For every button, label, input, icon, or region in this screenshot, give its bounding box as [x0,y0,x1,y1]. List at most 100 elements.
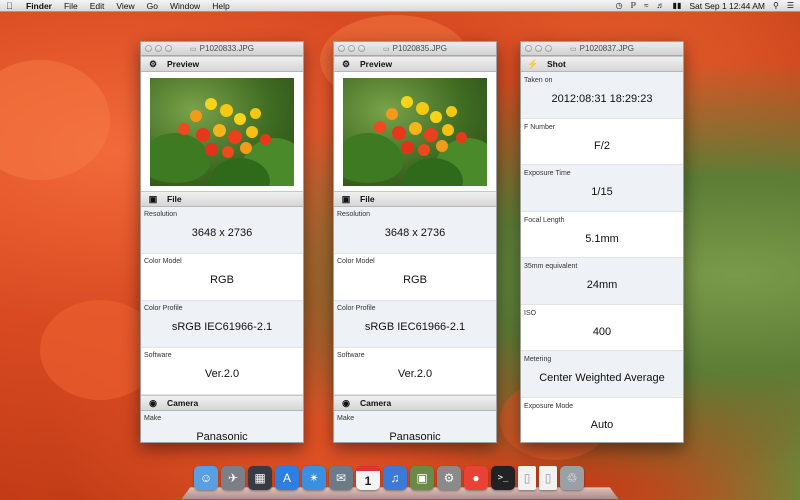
mail-icon[interactable]: ✉ [329,466,353,490]
field-label: Color Model [337,258,375,265]
iphoto-icon[interactable]: ▣ [410,466,434,490]
launchpad-icon[interactable]: ✈ [221,466,245,490]
section-label: Shot [547,59,566,69]
dock: ☺ ✈ ▦ A ✴ ✉ 1 ♫ ▣ ⚙ ● >_ ▯ ▯ ♲ [181,462,619,500]
gear-icon: ⚙ [341,58,351,69]
file-section-header[interactable]: ▣ File [141,191,303,207]
field-label: Exposure Mode [524,402,574,410]
close-button[interactable] [145,45,152,52]
document-icon[interactable]: ▯ [518,466,536,490]
field-value: sRGB IEC61966-2.1 [364,321,466,333]
calendar-icon[interactable]: 1 [356,466,380,490]
info-row-exposure-time: Exposure Time 1/15 [521,165,683,212]
window-titlebar[interactable]: ▭ P1020833.JPG [141,42,303,56]
app-store-icon[interactable]: A [275,466,299,490]
section-label: File [360,194,375,204]
field-value: 5.1mm [585,232,619,245]
field-label: Software [337,352,365,359]
bluetooth-icon[interactable]: ℙ [631,1,637,10]
camera-icon: ◉ [342,397,350,408]
battery-icon[interactable]: ▮▮ [673,1,682,10]
system-preferences-icon[interactable]: ⚙ [437,466,461,490]
time-machine-icon[interactable]: ◷ [616,1,623,10]
field-label: Exposure Time [524,170,571,177]
camera-icon: ◉ [149,397,157,408]
terminal-icon[interactable]: >_ [491,466,515,490]
menu-view[interactable]: View [116,1,134,11]
info-row-f-number: F Number F/2 [521,119,683,165]
window-titlebar[interactable]: ▭ P1020837.JPG [521,42,683,56]
menu-file[interactable]: File [64,1,78,11]
inspector-window-1: ▭ P1020833.JPG ⚙ Preview ▣ File Resoluti… [140,41,304,443]
menu-window[interactable]: Window [170,1,200,11]
section-label: Preview [167,59,200,69]
zoom-button[interactable] [358,45,365,52]
document-icon: ▭ [570,45,577,53]
preview-section-header[interactable]: ⚙ Preview [141,56,303,72]
file-section-header[interactable]: ▣ File [334,191,496,207]
preview-section-header[interactable]: ⚙ Preview [334,56,496,72]
finder-icon[interactable]: ☺ [194,466,218,490]
image-icon: ▣ [148,193,158,204]
shot-section-header[interactable]: ⚡ Shot [521,56,683,72]
field-label: ISO [524,309,537,317]
info-row-software: Software Ver.2.0 [141,348,303,395]
menu-finder[interactable]: Finder [26,1,52,11]
wallpaper [0,60,110,180]
document-icon[interactable]: ▯ [539,466,557,490]
apple-menu-icon[interactable]:  [6,1,16,11]
close-button[interactable] [525,45,532,52]
itunes-icon[interactable]: ♫ [383,466,407,490]
minimize-button[interactable] [155,45,162,52]
menu-go[interactable]: Go [147,1,158,11]
field-value: 24mm [586,279,618,291]
info-row-iso: ISO 400 [521,305,683,351]
preview-area [334,72,496,191]
field-label: Color Profile [144,305,183,312]
field-label: Resolution [144,211,178,218]
info-row-resolution: Resolution 3648 x 2736 [334,207,496,254]
info-row-color-model: Color Model RGB [141,254,303,301]
inspector-window-3: ▭ P1020837.JPG ⚡ Shot Taken on 2012:08:3… [520,41,684,443]
field-value: Center Weighted Average [539,372,665,384]
section-label: File [167,194,182,204]
info-row-taken-on: Taken on 2012:08:31 18:29:23 [521,72,683,119]
minimize-button[interactable] [348,45,355,52]
dock-icons: ☺ ✈ ▦ A ✴ ✉ 1 ♫ ▣ ⚙ ● >_ ▯ ▯ ♲ [194,466,584,490]
section-label: Camera [167,398,199,408]
camera-section-header[interactable]: ◉ Camera [141,395,303,411]
zoom-button[interactable] [165,45,172,52]
notification-center-icon[interactable]: ☰ [787,1,794,10]
preview-image [343,77,487,186]
camera-section-header[interactable]: ◉ Camera [334,395,496,411]
field-label: Focal Length [524,216,565,224]
window-title: P1020835.JPG [392,44,447,53]
field-value: 2012:08:31 18:29:23 [551,93,653,105]
spotlight-icon[interactable]: ⚲ [773,1,779,10]
zoom-button[interactable] [545,45,552,52]
chrome-icon[interactable]: ● [464,466,488,490]
trash-icon[interactable]: ♲ [560,466,584,490]
field-label: Software [144,352,172,359]
field-value: 3648 x 2736 [191,227,253,239]
menu-edit[interactable]: Edit [90,1,105,11]
field-label: Taken on [524,77,553,84]
field-value: Panasonic [389,431,441,443]
field-label: Make [144,415,162,422]
safari-icon[interactable]: ✴ [302,466,326,490]
field-label: F Number [524,123,556,131]
info-row-color-model: Color Model RGB [334,254,496,301]
wifi-icon[interactable]: ≈ [644,1,648,10]
field-label: Color Profile [337,305,376,312]
window-titlebar[interactable]: ▭ P1020835.JPG [334,42,496,56]
close-button[interactable] [338,45,345,52]
field-value: 1/15 [591,186,613,198]
mission-control-icon[interactable]: ▦ [248,466,272,490]
menu-clock[interactable]: Sat Sep 1 12:44 AM [689,1,765,11]
volume-icon[interactable]: ♬ [657,1,665,10]
menu-help[interactable]: Help [212,1,229,11]
field-label: Color Model [144,258,182,265]
field-label: Resolution [337,211,371,218]
field-value: RGB [403,274,427,286]
minimize-button[interactable] [535,45,542,52]
